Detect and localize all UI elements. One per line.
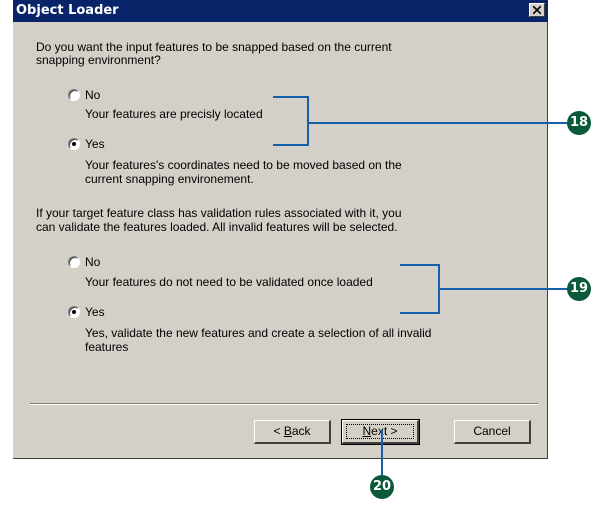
back-button-label: ack bbox=[291, 424, 311, 438]
snapping-yes-description-line2: current snapping environement. bbox=[85, 172, 254, 186]
validation-yes-label[interactable]: Yes bbox=[85, 305, 105, 319]
callout-18-leader bbox=[309, 122, 568, 124]
snapping-yes-label[interactable]: Yes bbox=[85, 137, 105, 151]
window-title: Object Loader bbox=[16, 3, 119, 18]
snapping-no-radio[interactable] bbox=[68, 89, 80, 101]
validation-no-radio[interactable] bbox=[68, 256, 80, 268]
cancel-button[interactable]: Cancel bbox=[454, 420, 531, 444]
snapping-no-description: Your features are precisly located bbox=[85, 107, 263, 121]
validation-question-line2: can validate the features loaded. All in… bbox=[36, 220, 398, 234]
focus-rectangle bbox=[346, 424, 414, 439]
back-button[interactable]: < Back bbox=[254, 420, 331, 444]
close-icon bbox=[533, 6, 541, 14]
object-loader-dialog: Object Loader Do you want the input feat… bbox=[13, 0, 548, 459]
callout-18-bracket-top bbox=[273, 96, 309, 98]
snapping-yes-radio[interactable] bbox=[68, 138, 80, 150]
validation-yes-description-line2: features bbox=[85, 340, 129, 354]
close-button[interactable] bbox=[529, 3, 545, 17]
back-button-mnemonic: B bbox=[283, 424, 292, 438]
callout-19-bracket-top bbox=[400, 264, 440, 266]
back-button-prefix: < bbox=[273, 424, 284, 438]
snapping-question-line1: Do you want the input features to be sna… bbox=[36, 40, 392, 54]
callout-20-badge: 20 bbox=[370, 475, 394, 499]
validation-yes-description-line1: Yes, validate the new features and creat… bbox=[85, 326, 432, 340]
callout-20-leader bbox=[381, 430, 383, 476]
validation-yes-radio[interactable] bbox=[68, 306, 80, 318]
radio-selected-dot bbox=[72, 142, 76, 146]
validation-no-label[interactable]: No bbox=[85, 255, 100, 269]
callout-18-bracket-bottom bbox=[273, 144, 309, 146]
validation-no-description: Your features do not need to be validate… bbox=[85, 275, 373, 289]
snapping-question-line2: snapping environment? bbox=[36, 53, 161, 67]
callout-18-bracket-side bbox=[307, 96, 309, 146]
radio-selected-dot bbox=[72, 310, 76, 314]
callout-19-badge: 19 bbox=[567, 277, 591, 301]
callout-18-badge: 18 bbox=[567, 111, 591, 135]
callout-19-leader bbox=[440, 288, 568, 290]
validation-question-line1: If your target feature class has validat… bbox=[36, 206, 402, 220]
cancel-button-label: Cancel bbox=[473, 424, 511, 438]
title-bar: Object Loader bbox=[13, 0, 548, 22]
callout-19-bracket-bottom bbox=[400, 312, 440, 314]
snapping-yes-description-line1: Your features's coordinates need to be m… bbox=[85, 158, 402, 172]
snapping-no-label[interactable]: No bbox=[85, 88, 100, 102]
footer-separator-highlight bbox=[30, 404, 538, 405]
